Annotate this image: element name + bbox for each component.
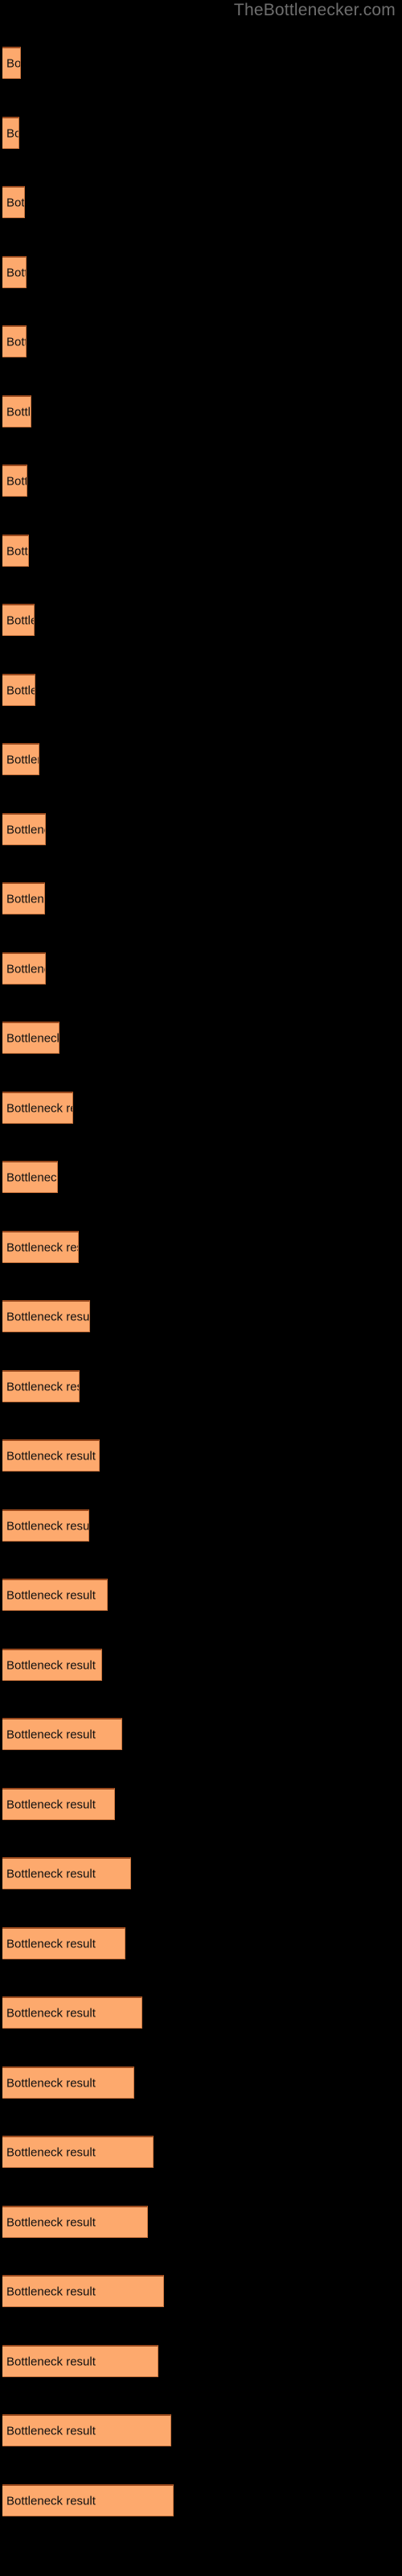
bar-value-label: Bottleneck result <box>6 1519 89 1533</box>
bar-value-label: Bottleneck result <box>6 126 18 140</box>
bar[interactable]: Bottleneck result <box>2 813 46 845</box>
bar-value-label: Bottleneck result <box>6 1798 96 1811</box>
bar-value-label: Bottleneck result <box>6 753 39 766</box>
bar[interactable]: Bottleneck result <box>2 2136 154 2168</box>
bar-value-label: Bottleneck result <box>6 2424 96 2438</box>
bar[interactable]: Bottleneck result <box>2 1092 73 1124</box>
bar[interactable]: Bottleneck result <box>2 186 25 218</box>
bar[interactable]: Bottleneck result <box>2 1161 58 1193</box>
bar-value-label: Bottleneck result <box>6 1310 90 1323</box>
bar-value-label: Bottleneck result <box>6 892 44 906</box>
bar-value-label: Bottleneck result <box>6 1380 79 1393</box>
bar[interactable]: Bottleneck result <box>2 464 27 497</box>
bar[interactable]: Bottleneck result <box>2 604 35 636</box>
bar[interactable]: Bottleneck result <box>2 1718 122 1750</box>
bar-value-label: Bottleneck result <box>6 2145 96 2159</box>
bar-value-label: Bottleneck result <box>6 1031 59 1045</box>
bar-value-label: Bottleneck result <box>6 2355 96 2368</box>
bar-value-label: Bottleneck result <box>6 56 21 70</box>
bar[interactable]: Bottleneck result <box>2 1022 59 1054</box>
bar[interactable]: Bottleneck result <box>2 2414 171 2446</box>
bar[interactable]: Bottleneck result <box>2 117 19 149</box>
bar[interactable]: Bottleneck result <box>2 2275 164 2307</box>
bar-value-label: Bottleneck result <box>6 613 34 627</box>
bar-value-label: Bottleneck result <box>6 474 27 488</box>
bar[interactable]: Bottleneck result <box>2 256 27 288</box>
bar[interactable]: Bottleneck result <box>2 1439 100 1472</box>
bar[interactable]: Bottleneck result <box>2 395 31 427</box>
bar-value-label: Bottleneck result <box>6 335 26 349</box>
bar[interactable]: Bottleneck result <box>2 535 29 567</box>
bar[interactable]: Bottleneck result <box>2 2066 134 2099</box>
bar[interactable]: Bottleneck result <box>2 674 35 706</box>
bottleneck-bar-chart: TheBottlenecker.com Bottleneck resultBot… <box>0 0 402 2576</box>
bar[interactable]: Bottleneck result <box>2 2345 158 2377</box>
bar[interactable]: Bottleneck result <box>2 2206 148 2238</box>
bar[interactable]: Bottleneck result <box>2 1509 89 1542</box>
bar-value-label: Bottleneck result <box>6 962 45 976</box>
bar[interactable]: Bottleneck result <box>2 1857 131 1889</box>
bar[interactable]: Bottleneck result <box>2 1579 108 1611</box>
bar[interactable]: Bottleneck result <box>2 47 21 79</box>
bar[interactable]: Bottleneck result <box>2 1996 142 2029</box>
bar-value-label: Bottleneck result <box>6 1449 96 1463</box>
bar-value-label: Bottleneck result <box>6 544 29 558</box>
bar-value-label: Bottleneck result <box>6 1728 96 1741</box>
bar-value-label: Bottleneck result <box>6 1170 58 1184</box>
bar[interactable]: Bottleneck result <box>2 1231 79 1263</box>
bar-value-label: Bottleneck result <box>6 196 25 209</box>
bar[interactable]: Bottleneck result <box>2 325 27 357</box>
bar-value-label: Bottleneck result <box>6 1937 96 1951</box>
bars-layer: Bottleneck result Bottleneck result Bottle… <box>0 0 402 2576</box>
bar-value-label: Bottleneck result <box>6 683 35 697</box>
bar[interactable]: Bottleneck result <box>2 952 46 985</box>
bar-value-label: Bottleneck result <box>6 266 26 279</box>
bar-value-label: Bottleneck result <box>6 1101 72 1115</box>
bar-value-label: Bottleneck result <box>6 2285 96 2298</box>
bar-value-label: Bottleneck result <box>6 2494 96 2508</box>
bar-value-label: Bottleneck result <box>6 2215 96 2229</box>
bar-value-label: Bottleneck result <box>6 405 31 419</box>
bar-value-label: Bottleneck result <box>6 1588 96 1602</box>
bar[interactable]: Bottleneck result <box>2 1649 102 1681</box>
bar[interactable]: Bottleneck result <box>2 1300 90 1332</box>
bar[interactable]: Bottleneck result <box>2 1370 80 1402</box>
bar-value-label: Bottleneck result <box>6 1241 78 1254</box>
bar[interactable]: Bottleneck result <box>2 1927 125 1959</box>
bar[interactable]: Bottleneck result <box>2 1788 115 1820</box>
bar[interactable]: Bottleneck result <box>2 743 39 775</box>
bar-value-label: Bottleneck result <box>6 1867 96 1880</box>
bar-value-label: Bottleneck result <box>6 2006 96 2020</box>
bar[interactable]: Bottleneck result <box>2 882 45 914</box>
bar-value-label: Bottleneck result <box>6 823 45 836</box>
bar[interactable]: Bottleneck result <box>2 2484 174 2516</box>
bar-value-label: Bottleneck result <box>6 1658 96 1672</box>
bar-value-label: Bottleneck result <box>6 2076 96 2090</box>
